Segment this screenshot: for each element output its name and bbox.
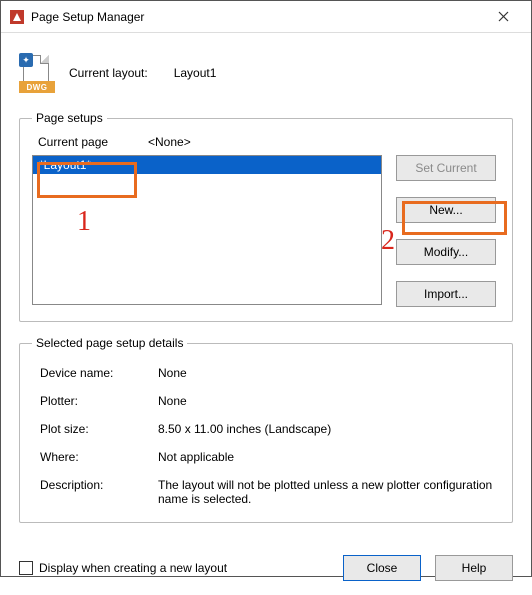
page-setups-group: Page setups Current page <None> *Layout1… bbox=[19, 111, 513, 322]
plotter-value: None bbox=[158, 394, 496, 408]
current-page-value: <None> bbox=[148, 135, 191, 149]
details-legend: Selected page setup details bbox=[32, 336, 187, 350]
plot-size-label: Plot size: bbox=[40, 422, 158, 436]
close-icon[interactable] bbox=[483, 1, 523, 33]
close-button[interactable]: Close bbox=[343, 555, 421, 581]
current-page-label: Current page bbox=[38, 135, 148, 149]
current-layout-label: Current layout: bbox=[69, 66, 148, 80]
device-name-label: Device name: bbox=[40, 366, 158, 380]
set-current-button: Set Current bbox=[396, 155, 496, 181]
where-value: Not applicable bbox=[158, 450, 496, 464]
window-title: Page Setup Manager bbox=[31, 10, 144, 24]
app-icon bbox=[9, 9, 25, 25]
details-group: Selected page setup details Device name:… bbox=[19, 336, 513, 523]
display-on-new-layout-checkbox[interactable]: Display when creating a new layout bbox=[19, 561, 227, 575]
dwg-icon: ✦ DWG bbox=[19, 53, 57, 93]
modify-button[interactable]: Modify... bbox=[396, 239, 496, 265]
plotter-label: Plotter: bbox=[40, 394, 158, 408]
display-on-new-layout-label: Display when creating a new layout bbox=[39, 561, 227, 575]
description-value: The layout will not be plotted unless a … bbox=[158, 478, 496, 506]
titlebar: Page Setup Manager bbox=[1, 1, 531, 33]
plot-size-value: 8.50 x 11.00 inches (Landscape) bbox=[158, 422, 496, 436]
page-setups-listbox[interactable]: *Layout1* bbox=[32, 155, 382, 305]
current-layout-value: Layout1 bbox=[174, 66, 217, 80]
help-button[interactable]: Help bbox=[435, 555, 513, 581]
device-name-value: None bbox=[158, 366, 496, 380]
import-button[interactable]: Import... bbox=[396, 281, 496, 307]
page-setups-legend: Page setups bbox=[32, 111, 107, 125]
new-button[interactable]: New... bbox=[396, 197, 496, 223]
description-label: Description: bbox=[40, 478, 158, 506]
checkbox-box[interactable] bbox=[19, 561, 33, 575]
where-label: Where: bbox=[40, 450, 158, 464]
current-layout-row: ✦ DWG Current layout: Layout1 bbox=[19, 53, 513, 93]
list-item[interactable]: *Layout1* bbox=[33, 156, 381, 174]
